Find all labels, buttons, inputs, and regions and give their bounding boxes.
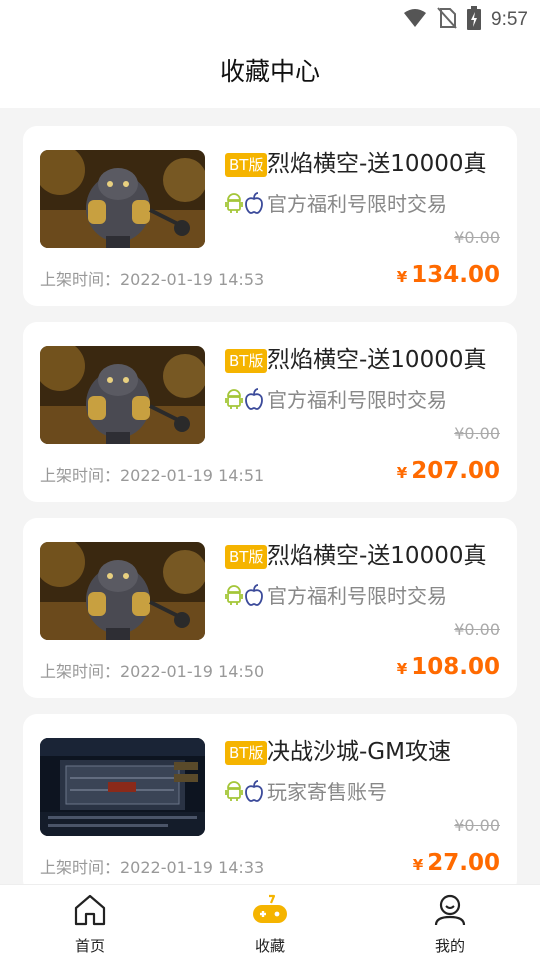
bottom-nav: 首页 收藏 我的 bbox=[0, 884, 540, 960]
bt-version-tag: BT版 bbox=[225, 741, 268, 765]
bt-version-tag: BT版 bbox=[225, 153, 268, 177]
gamepad-icon bbox=[251, 893, 289, 931]
currency-symbol: ¥ bbox=[412, 856, 424, 874]
listing-time: 上架时间：2022-01-19 14:51 bbox=[40, 466, 265, 485]
price: ¥108.00 bbox=[397, 654, 500, 680]
android-icon bbox=[225, 584, 243, 610]
listing-time: 上架时间：2022-01-19 14:33 bbox=[40, 858, 265, 877]
page-title: 收藏中心 bbox=[219, 57, 320, 86]
game-thumbnail bbox=[40, 346, 205, 444]
game-title: 烈焰横空-送10000真 bbox=[267, 151, 487, 177]
platform-icons bbox=[225, 192, 263, 218]
nav-label-profile: 我的 bbox=[434, 937, 465, 955]
original-price: ¥0.00 bbox=[454, 816, 500, 835]
bt-version-tag: BT版 bbox=[225, 545, 268, 569]
currency-symbol: ¥ bbox=[396, 464, 408, 482]
apple-icon bbox=[245, 192, 263, 218]
apple-icon bbox=[245, 388, 263, 414]
apple-icon bbox=[245, 780, 263, 806]
currency-symbol: ¥ bbox=[396, 660, 408, 678]
price: ¥207.00 bbox=[397, 458, 500, 484]
bt-version-tag: BT版 bbox=[225, 349, 268, 373]
page-header: 收藏中心 bbox=[0, 36, 540, 108]
status-bar: 9:57 bbox=[0, 0, 540, 36]
game-subtitle: 官方福利号限时交易 bbox=[267, 192, 447, 216]
game-subtitle: 玩家寄售账号 bbox=[267, 780, 387, 804]
platform-icons bbox=[225, 780, 263, 806]
game-thumbnail bbox=[40, 738, 205, 836]
platform-icons bbox=[225, 388, 263, 414]
home-icon bbox=[73, 893, 107, 931]
status-time: 9:57 bbox=[491, 9, 528, 30]
game-title: 烈焰横空-送10000真 bbox=[267, 347, 487, 373]
favorites-list[interactable]: BT版 烈焰横空-送10000真 官方福利号限时交易 ¥0.00 上架时间：20… bbox=[0, 108, 540, 884]
user-icon bbox=[433, 893, 467, 931]
android-icon bbox=[225, 388, 243, 414]
favorite-card[interactable]: BT版 烈焰横空-送10000真 官方福利号限时交易 ¥0.00 上架时间：20… bbox=[23, 322, 517, 502]
battery-icon bbox=[467, 6, 482, 34]
nav-item-home[interactable]: 首页 bbox=[0, 885, 180, 960]
price: ¥134.00 bbox=[397, 262, 500, 288]
nav-label-favorites: 收藏 bbox=[254, 937, 285, 955]
nav-item-favorites[interactable]: 收藏 bbox=[180, 885, 360, 960]
apple-icon bbox=[245, 584, 263, 610]
original-price: ¥0.00 bbox=[454, 228, 500, 247]
nav-label-home: 首页 bbox=[74, 937, 105, 955]
favorite-card[interactable]: BT版 决战沙城-GM攻速 玩家寄售账号 ¥0.00 上架时间：2022-01-… bbox=[23, 714, 517, 884]
listing-time: 上架时间：2022-01-19 14:50 bbox=[40, 662, 265, 681]
favorite-card[interactable]: BT版 烈焰横空-送10000真 官方福利号限时交易 ¥0.00 上架时间：20… bbox=[23, 126, 517, 306]
nav-item-profile[interactable]: 我的 bbox=[360, 885, 540, 960]
price-value: 207.00 bbox=[411, 458, 500, 484]
original-price: ¥0.00 bbox=[454, 620, 500, 639]
no-sim-icon bbox=[437, 7, 457, 33]
status-icons: 9:57 bbox=[403, 6, 528, 34]
game-title: 决战沙城-GM攻速 bbox=[267, 739, 451, 765]
price: ¥27.00 bbox=[413, 850, 500, 876]
game-thumbnail bbox=[40, 542, 205, 640]
currency-symbol: ¥ bbox=[396, 268, 408, 286]
game-subtitle: 官方福利号限时交易 bbox=[267, 388, 447, 412]
price-value: 134.00 bbox=[411, 262, 500, 288]
android-icon bbox=[225, 780, 243, 806]
original-price: ¥0.00 bbox=[454, 424, 500, 443]
android-icon bbox=[225, 192, 243, 218]
platform-icons bbox=[225, 584, 263, 610]
game-title: 烈焰横空-送10000真 bbox=[267, 543, 487, 569]
wifi-icon bbox=[403, 8, 427, 32]
favorite-card[interactable]: BT版 烈焰横空-送10000真 官方福利号限时交易 ¥0.00 上架时间：20… bbox=[23, 518, 517, 698]
game-thumbnail bbox=[40, 150, 205, 248]
price-value: 27.00 bbox=[427, 850, 500, 876]
game-subtitle: 官方福利号限时交易 bbox=[267, 584, 447, 608]
listing-time: 上架时间：2022-01-19 14:53 bbox=[40, 270, 265, 289]
price-value: 108.00 bbox=[411, 654, 500, 680]
